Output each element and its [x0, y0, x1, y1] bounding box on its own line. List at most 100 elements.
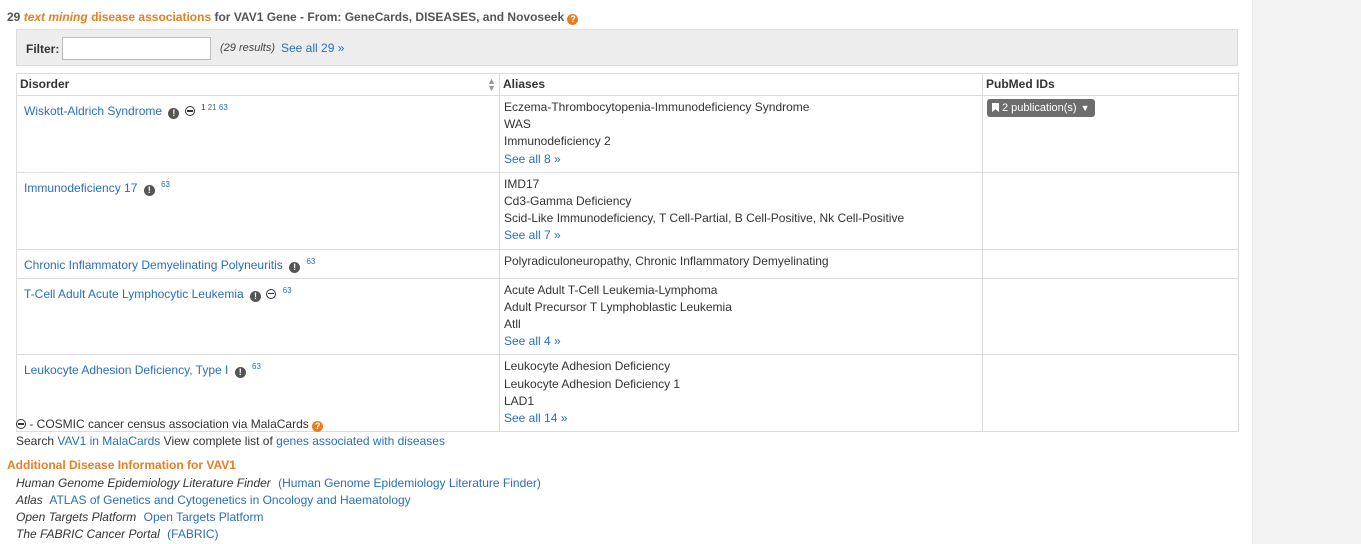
- aliases-cell: Eczema-Thrombocytopenia-Immunodeficiency…: [499, 95, 983, 173]
- info-icon[interactable]: !: [250, 290, 262, 302]
- malacards-link[interactable]: VAV1 in MalaCards: [57, 434, 160, 448]
- help-icon[interactable]: ?: [567, 14, 579, 25]
- results-count: (29 results): [220, 42, 276, 54]
- filter-input[interactable]: [62, 37, 211, 60]
- filter-label: Filter:: [26, 42, 60, 56]
- resource-name: The FABRIC Cancer Portal: [16, 527, 160, 541]
- search-line: Search VAV1 in MalaCards View complete l…: [16, 433, 445, 450]
- info-icon[interactable]: !: [143, 184, 155, 196]
- alias: LAD1: [504, 393, 535, 408]
- ref-63[interactable]: 63: [161, 180, 170, 189]
- additional-resources: Human Genome Epidemiology Literature Fin…: [16, 475, 541, 543]
- table-header-row: Disorder ▲ ▼ Aliases PubMed IDs: [16, 73, 1239, 96]
- genes-diseases-link[interactable]: genes associated with diseases: [276, 434, 445, 448]
- ref-63[interactable]: 63: [252, 362, 261, 371]
- header-disorder[interactable]: Disorder ▲ ▼: [16, 73, 500, 96]
- heading-em[interactable]: text mining: [24, 10, 88, 24]
- table-row: Wiskott-Aldrich Syndrome ! 1 21 63 Eczem…: [16, 95, 1239, 173]
- alias: Leukocyte Adhesion Deficiency 1: [504, 376, 681, 391]
- source-refs: 1 21 63: [201, 103, 228, 112]
- alias: Eczema-Thrombocytopenia-Immunodeficiency…: [504, 100, 810, 114]
- source-refs: 63: [161, 180, 170, 189]
- ref-1: 1: [201, 103, 206, 112]
- header-aliases-label: Aliases: [503, 77, 546, 91]
- heading-mid[interactable]: disease associations: [91, 10, 211, 24]
- alias: WAS: [504, 117, 531, 132]
- help-icon[interactable]: ?: [312, 421, 324, 432]
- info-icon[interactable]: !: [289, 261, 301, 273]
- see-all-link[interactable]: See all 29 »: [281, 41, 344, 55]
- publications-label: 2 publication(s): [1002, 102, 1077, 114]
- resource-item: Atlas ATLAS of Genetics and Cytogenetics…: [16, 492, 541, 509]
- aliases-cell: IMD17 Cd3-Gamma Deficiency Scid-Like Imm…: [499, 171, 983, 250]
- table-row: Chronic Inflammatory Demyelinating Polyn…: [16, 248, 1239, 279]
- section-heading: 29 text mining disease associations for …: [7, 10, 579, 25]
- main-content: 29 text mining disease associations for …: [0, 0, 1252, 544]
- resource-link[interactable]: ATLAS of Genetics and Cytogenetics in On…: [49, 493, 410, 507]
- pubmed-cell: [982, 171, 1239, 250]
- additional-info-title: Additional Disease Information for VAV1: [7, 458, 236, 472]
- cosmic-legend: - COSMIC cancer census association via M…: [16, 416, 445, 433]
- disorder-link[interactable]: Leukocyte Adhesion Deficiency, Type I: [24, 363, 228, 377]
- source-refs: 63: [306, 257, 315, 266]
- bookmark-icon: [992, 103, 999, 112]
- ref-63[interactable]: 63: [306, 257, 315, 266]
- ref-21[interactable]: 21: [208, 103, 217, 112]
- header-pubmed-label: PubMed IDs: [986, 77, 1055, 91]
- resource-link[interactable]: (Human Genome Epidemiology Literature Fi…: [278, 476, 541, 490]
- resource-item: Open Targets Platform Open Targets Platf…: [16, 509, 541, 526]
- alias: Scid-Like Immunodeficiency, T Cell-Parti…: [504, 211, 905, 226]
- resource-link[interactable]: (FABRIC): [167, 527, 218, 541]
- header-pubmed: PubMed IDs: [982, 73, 1239, 96]
- cosmic-icon: [16, 419, 26, 429]
- right-sidebar: [1252, 0, 1361, 544]
- source-refs: 63: [283, 286, 292, 295]
- aliases-cell: Polyradiculoneuropathy, Chronic Inflamma…: [499, 248, 983, 279]
- aliases-see-all-link[interactable]: See all 14 »: [504, 410, 978, 427]
- alias: Acute Adult T-Cell Leukemia-Lymphoma: [504, 282, 718, 297]
- header-disorder-label: Disorder: [20, 77, 70, 91]
- alias: Polyradiculoneuropathy, Chronic Inflamma…: [504, 253, 829, 268]
- cosmic-icon: [184, 106, 195, 116]
- disorder-link[interactable]: T-Cell Adult Acute Lymphocytic Leukemia: [24, 287, 244, 301]
- resource-item: Human Genome Epidemiology Literature Fin…: [16, 475, 541, 492]
- resource-name: Atlas: [16, 493, 43, 507]
- header-aliases: Aliases: [499, 73, 983, 96]
- aliases-see-all-link[interactable]: See all 4 »: [504, 333, 978, 350]
- aliases-cell: Leukocyte Adhesion Deficiency Leukocyte …: [499, 354, 983, 433]
- disorder-cell: Chronic Inflammatory Demyelinating Polyn…: [16, 248, 500, 279]
- associations-table: Disorder ▲ ▼ Aliases PubMed IDs Wiskott-A…: [16, 73, 1239, 433]
- pubmed-cell: [982, 248, 1239, 279]
- disorder-link[interactable]: Chronic Inflammatory Demyelinating Polyn…: [24, 258, 283, 272]
- disorder-link[interactable]: Wiskott-Aldrich Syndrome: [24, 104, 162, 118]
- resource-link[interactable]: Open Targets Platform: [144, 510, 264, 524]
- filter-bar: Filter: (29 results) See all 29 »: [16, 29, 1238, 66]
- alias: Cd3-Gamma Deficiency: [504, 194, 632, 209]
- ref-63[interactable]: 63: [283, 286, 292, 295]
- resource-item: The FABRIC Cancer Portal (FABRIC): [16, 526, 541, 543]
- aliases-cell: Acute Adult T-Cell Leukemia-Lymphoma Adu…: [499, 277, 983, 356]
- alias: Immunodeficiency 2: [504, 134, 611, 149]
- publications-button[interactable]: 2 publication(s) ▼: [987, 99, 1095, 117]
- alias: Adult Precursor T Lymphoblastic Leukemia: [504, 299, 732, 314]
- table-row: T-Cell Adult Acute Lymphocytic Leukemia …: [16, 277, 1239, 356]
- resource-name: Open Targets Platform: [16, 510, 137, 524]
- view-text: View complete list of: [163, 434, 273, 448]
- cosmic-icon: [266, 288, 277, 299]
- heading-count: 29: [7, 10, 21, 24]
- disorder-link[interactable]: Immunodeficiency 17: [24, 181, 137, 195]
- ref-63[interactable]: 63: [219, 103, 228, 112]
- legend: - COSMIC cancer census association via M…: [16, 416, 445, 450]
- disorder-cell: T-Cell Adult Acute Lymphocytic Leukemia …: [16, 277, 500, 356]
- pubmed-cell: [982, 277, 1239, 356]
- disorder-cell: Immunodeficiency 17 ! 63: [16, 171, 500, 250]
- aliases-see-all-link[interactable]: See all 8 »: [504, 151, 978, 168]
- info-icon[interactable]: !: [168, 108, 180, 119]
- aliases-see-all-link[interactable]: See all 7 »: [504, 227, 978, 244]
- sort-icon[interactable]: ▲ ▼: [487, 77, 496, 93]
- pubmed-cell: [982, 354, 1239, 433]
- search-prefix: Search: [16, 434, 55, 448]
- chevron-down-icon: ▼: [1080, 103, 1090, 113]
- info-icon[interactable]: !: [234, 367, 246, 379]
- heading-rest: for VAV1 Gene - From: GeneCards, DISEASE…: [214, 10, 565, 24]
